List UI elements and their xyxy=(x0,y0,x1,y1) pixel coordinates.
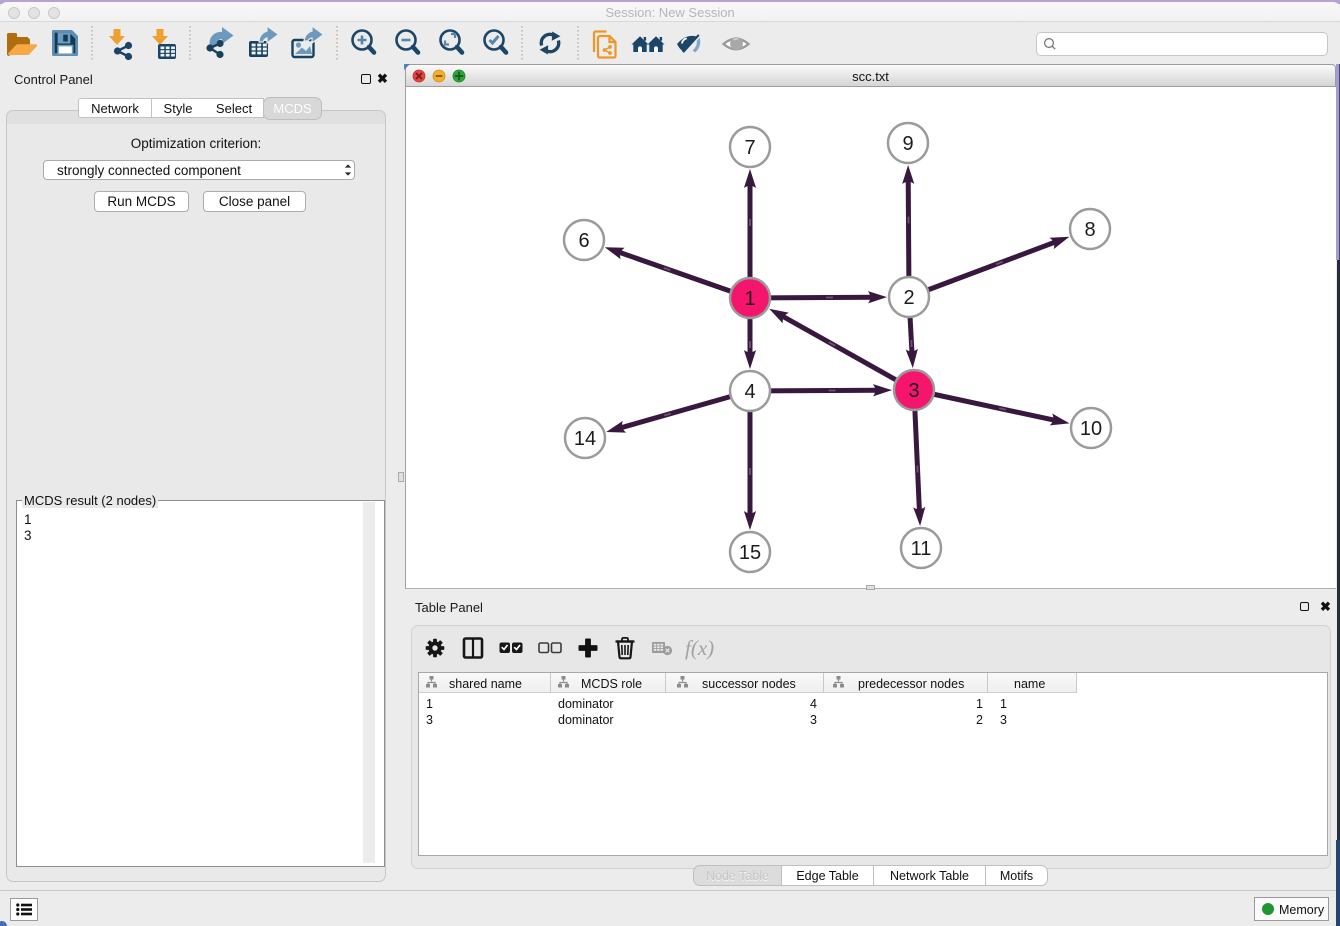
svg-text:2: 2 xyxy=(903,287,914,309)
svg-text:14: 14 xyxy=(574,428,596,450)
svg-text:6: 6 xyxy=(578,230,589,252)
svg-text:10: 10 xyxy=(1080,418,1102,440)
svg-text:7: 7 xyxy=(744,137,755,159)
svg-text:9: 9 xyxy=(902,133,913,155)
svg-text:15: 15 xyxy=(739,542,761,564)
svg-text:f(x): f(x) xyxy=(685,636,714,660)
svg-text:3: 3 xyxy=(908,380,919,402)
svg-text:1: 1 xyxy=(744,288,755,310)
svg-text:8: 8 xyxy=(1084,219,1095,241)
svg-text:4: 4 xyxy=(744,381,755,403)
svg-text:11: 11 xyxy=(911,538,932,560)
